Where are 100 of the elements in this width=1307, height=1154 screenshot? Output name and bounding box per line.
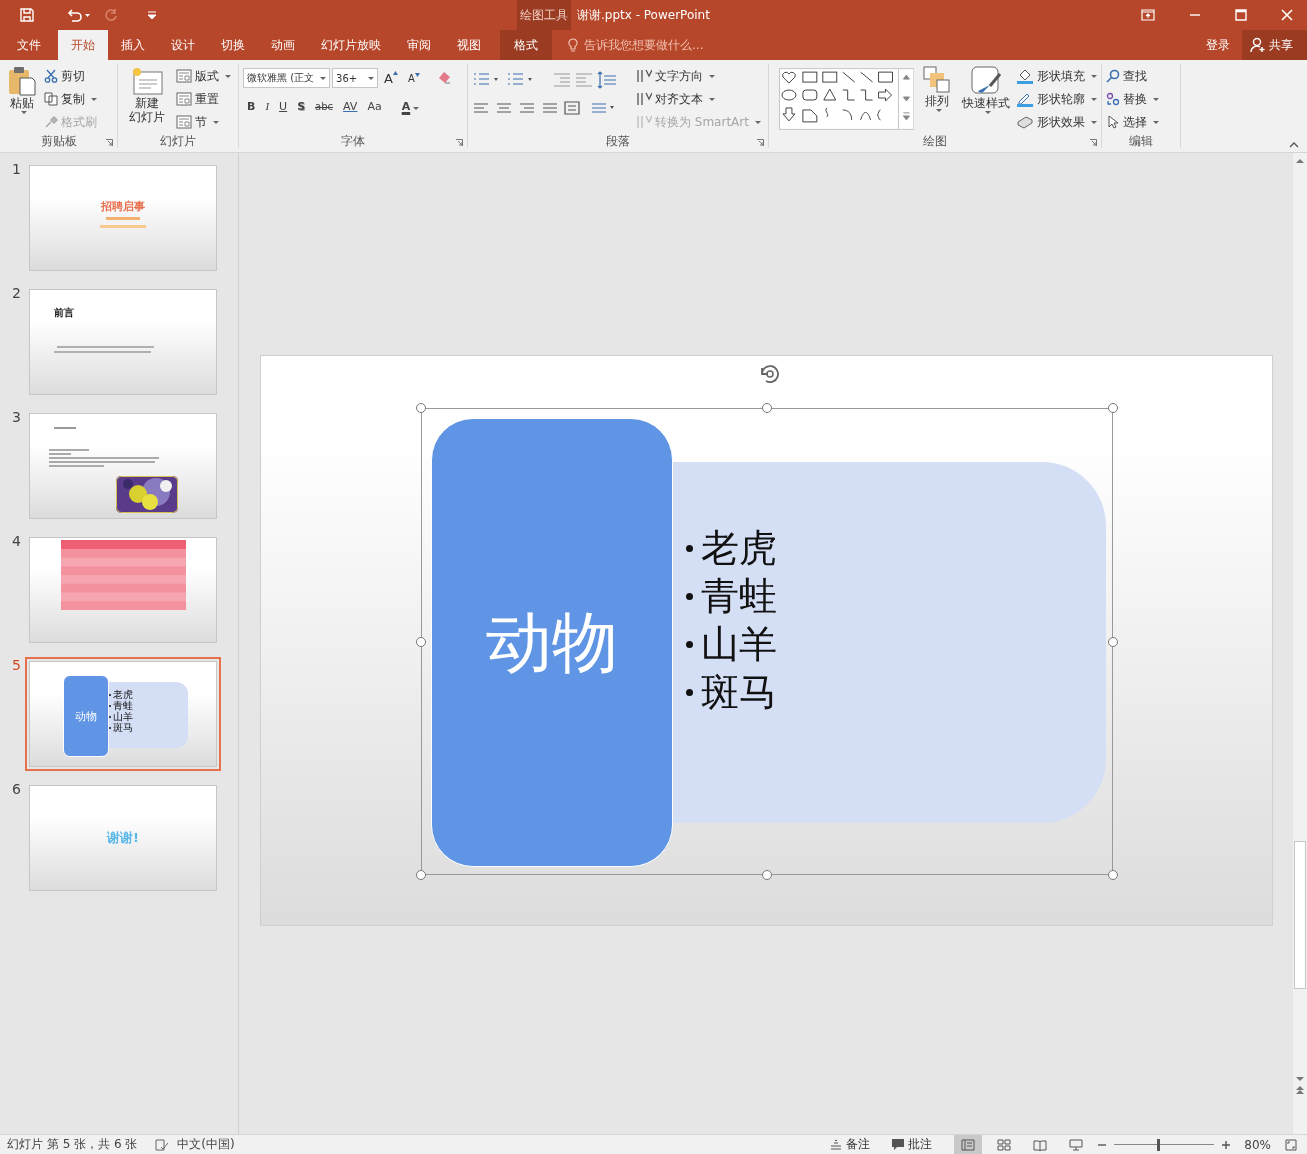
tell-me-field[interactable]: 告诉我您想要做什么... bbox=[582, 37, 736, 53]
ribbon-tab[interactable]: 审阅 bbox=[394, 30, 444, 60]
scroll-down-icon[interactable] bbox=[1296, 1077, 1304, 1082]
thumbnail-bullet: 青蛙 bbox=[113, 700, 133, 711]
language-label[interactable]: 中文(中国) bbox=[177, 1136, 235, 1153]
layout-icon bbox=[176, 115, 192, 129]
grow-font-button[interactable]: A bbox=[380, 70, 402, 86]
slide-thumbnail[interactable]: 动物 老虎 青蛙 山羊 斑马 bbox=[25, 657, 221, 771]
dialog-launcher-icon[interactable] bbox=[456, 139, 463, 146]
subtitle-lines-drawing bbox=[98, 217, 148, 229]
scrollbar-thumb[interactable] bbox=[1294, 841, 1306, 989]
ribbon-tab[interactable]: 开始 bbox=[58, 30, 108, 60]
resize-handle[interactable] bbox=[762, 870, 772, 880]
notes-button[interactable]: 备注 bbox=[830, 1136, 871, 1153]
arrange-button[interactable]: 排列 bbox=[918, 64, 957, 134]
resize-handle[interactable] bbox=[1108, 403, 1118, 413]
close-icon[interactable] bbox=[1281, 9, 1293, 21]
customize-toolbar-icon[interactable] bbox=[148, 11, 156, 19]
slide-number: 6 bbox=[11, 781, 22, 797]
comments-button[interactable]: 批注 bbox=[892, 1136, 933, 1153]
paste-button[interactable]: 粘贴 bbox=[4, 64, 40, 134]
slide-canvas[interactable]: 老虎 青蛙 山羊 斑马 动物 bbox=[260, 355, 1273, 926]
thumbnail-title: 招聘启事 bbox=[101, 199, 145, 214]
format-button[interactable]: abc bbox=[311, 96, 338, 116]
shape-format-command[interactable]: 形状轮廓 bbox=[1016, 89, 1097, 109]
resize-handle[interactable] bbox=[762, 403, 772, 413]
thumbnail-title: 前言 bbox=[54, 306, 74, 320]
list-panel[interactable]: 老虎 青蛙 山羊 斑马 bbox=[673, 462, 1106, 823]
maximize-icon[interactable] bbox=[1235, 9, 1247, 21]
shape-gallery[interactable] bbox=[779, 68, 915, 130]
format-button[interactable]: B bbox=[243, 96, 260, 116]
format-button[interactable]: I bbox=[261, 96, 274, 116]
group-label: 剪贴板 bbox=[39, 134, 78, 148]
editing-command[interactable]: 选择 bbox=[1106, 112, 1159, 132]
text-direction-icon bbox=[636, 114, 652, 130]
bullet-icon bbox=[686, 592, 693, 600]
arrange-icon bbox=[923, 66, 952, 94]
bullet-item: 老虎 bbox=[701, 525, 777, 572]
font-color-button[interactable]: A bbox=[397, 96, 424, 116]
ribbon-tab[interactable]: 格式 bbox=[500, 30, 552, 60]
ribbon-tab[interactable]: 视图 bbox=[444, 30, 494, 60]
clipboard-command[interactable]: 剪切 bbox=[44, 66, 97, 86]
slide-command[interactable]: 重置 bbox=[176, 89, 231, 109]
save-icon[interactable] bbox=[20, 8, 34, 22]
format-button[interactable]: AV bbox=[339, 96, 362, 116]
bullet-icon bbox=[686, 544, 693, 552]
zoom-in-icon[interactable] bbox=[1222, 1140, 1231, 1149]
format-button[interactable]: Aa bbox=[363, 96, 386, 116]
resize-handle[interactable] bbox=[1108, 636, 1118, 647]
ribbon-display-options-icon[interactable] bbox=[1141, 9, 1155, 21]
resize-handle[interactable] bbox=[416, 636, 426, 647]
shape-format-command[interactable]: 形状填充 bbox=[1016, 66, 1097, 86]
sign-in-link[interactable]: 登录 bbox=[1194, 30, 1242, 60]
slide-command[interactable]: 版式 bbox=[176, 66, 231, 86]
ribbon-tab[interactable]: 插入 bbox=[108, 30, 158, 60]
font-size-field[interactable]: 36+ bbox=[332, 68, 379, 88]
shape-format-command[interactable]: 形状效果 bbox=[1016, 112, 1097, 132]
thumbnail-bullet: 斑马 bbox=[113, 722, 133, 733]
resize-handle[interactable] bbox=[1108, 870, 1118, 880]
paragraph-command[interactable]: 文字方向 bbox=[636, 66, 761, 86]
thumbnail-bullet: 老虎 bbox=[113, 689, 133, 700]
thumbnail-title: 谢谢! bbox=[107, 829, 139, 847]
caret-icon bbox=[20, 111, 27, 114]
paragraph-command[interactable]: 对齐文本 bbox=[636, 89, 761, 109]
search-icon bbox=[1106, 69, 1120, 83]
resize-handle[interactable] bbox=[416, 403, 426, 413]
ribbon-tab[interactable]: 幻灯片放映 bbox=[308, 30, 394, 60]
dialog-launcher-icon[interactable] bbox=[106, 139, 113, 146]
editing-command[interactable]: 查找 bbox=[1106, 66, 1159, 86]
shrink-font-button[interactable]: A bbox=[404, 72, 424, 84]
pencil-icon bbox=[1016, 91, 1034, 107]
ribbon-tab[interactable]: 切换 bbox=[208, 30, 258, 60]
format-button[interactable]: U bbox=[275, 96, 292, 116]
dialog-launcher-icon[interactable] bbox=[757, 139, 764, 146]
ribbon-tab[interactable]: 动画 bbox=[258, 30, 308, 60]
bullet-item: 青蛙 bbox=[701, 573, 777, 620]
zoom-level[interactable]: 80% bbox=[1244, 1137, 1271, 1152]
quick-styles-button[interactable]: 快速样式 bbox=[960, 64, 1012, 134]
previous-slide-icon[interactable] bbox=[1296, 1086, 1304, 1094]
undo-icon[interactable] bbox=[66, 8, 90, 22]
resize-handle[interactable] bbox=[416, 870, 426, 880]
font-name-field[interactable]: 微软雅黑 (正文 bbox=[243, 68, 331, 88]
spelling-icon[interactable] bbox=[155, 1138, 170, 1151]
selection-frame[interactable] bbox=[421, 408, 1113, 875]
collapse-ribbon-icon[interactable] bbox=[1289, 142, 1299, 148]
ribbon-tab[interactable]: 设计 bbox=[158, 30, 208, 60]
new-slide-button[interactable]: 新建 幻灯片 bbox=[122, 64, 172, 134]
dialog-launcher-icon[interactable] bbox=[1090, 139, 1097, 146]
format-button[interactable]: S bbox=[293, 96, 310, 116]
share-button[interactable]: 共享 bbox=[1242, 30, 1307, 60]
lightbulb-icon bbox=[568, 38, 578, 52]
slide-command[interactable]: 节 bbox=[176, 112, 231, 132]
scroll-up-icon[interactable] bbox=[1296, 158, 1304, 163]
clipboard-command[interactable]: 复制 bbox=[44, 89, 97, 109]
normal-view-button[interactable] bbox=[954, 1135, 983, 1154]
layout-icon bbox=[176, 69, 192, 83]
editing-command[interactable]: 替换 bbox=[1106, 89, 1159, 109]
fit-to-window-icon[interactable] bbox=[1285, 1138, 1297, 1151]
ribbon-tab[interactable]: 文件 bbox=[0, 30, 58, 60]
bullet-item: 山羊 bbox=[701, 621, 777, 668]
